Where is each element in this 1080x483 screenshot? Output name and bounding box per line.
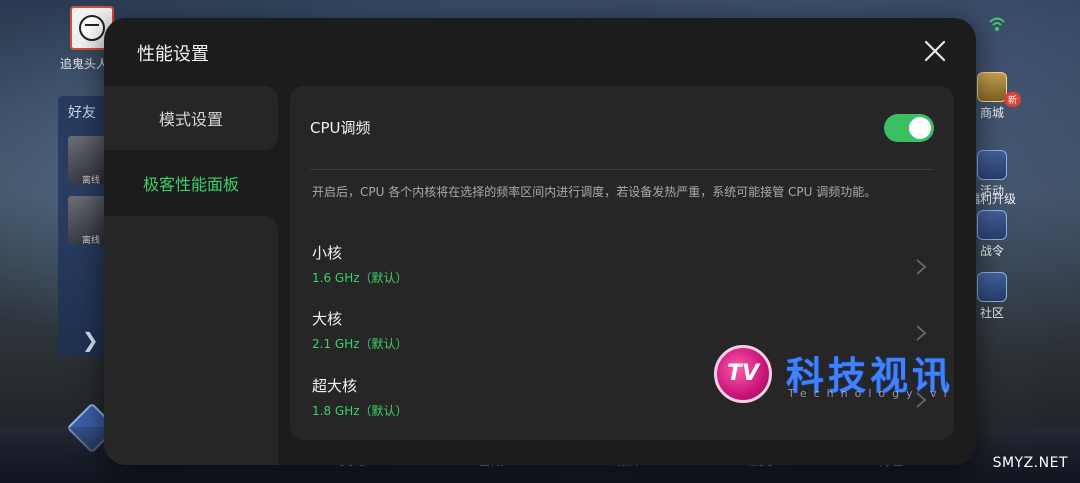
core-name: 小核	[312, 244, 343, 262]
shop-icon	[977, 72, 1007, 102]
activity-icon	[977, 150, 1007, 180]
friends-expand-icon[interactable]: ❯	[82, 328, 99, 352]
friend-status: 离线	[82, 176, 101, 186]
friend-status: 离线	[82, 236, 101, 246]
site-watermark: SMYZ.NET	[992, 455, 1068, 471]
chevron-right-icon	[916, 325, 927, 341]
nav-mode-settings[interactable]: 模式设置	[104, 86, 278, 150]
community-icon	[977, 272, 1007, 302]
toggle-knob	[909, 116, 931, 139]
pass-icon	[977, 210, 1007, 240]
logo-mark: TV	[726, 361, 760, 386]
player-name: 追鬼头人	[60, 57, 109, 71]
cpu-tuning-toggle[interactable]	[884, 113, 934, 142]
cpu-tuning-label: CPU调频	[310, 119, 371, 137]
core-row-little[interactable]: 小核 1.6 GHz（默认）	[312, 242, 932, 298]
friends-title: 好友	[68, 105, 96, 121]
avatar-face-icon	[79, 15, 105, 41]
chevron-right-icon	[916, 259, 927, 275]
nav-geek-performance-panel[interactable]: 极客性能面板	[104, 150, 278, 216]
core-name: 大核	[312, 310, 343, 328]
cpu-tuning-row: CPU调频	[310, 86, 934, 170]
settings-sidebar: 模式设置 极客性能面板	[104, 86, 278, 216]
core-frequency: 1.6 GHz（默认）	[312, 271, 408, 285]
dialog-title: 性能设置	[137, 44, 209, 65]
watermark-logo: TV 科技视讯 Technology vl	[714, 345, 1014, 405]
new-badge: 新	[1004, 92, 1022, 107]
logo-subtitle: Technology vl	[788, 387, 954, 400]
sidebar-empty-area	[104, 216, 278, 465]
wifi-icon	[989, 17, 1005, 31]
cpu-tuning-description: 开启后，CPU 各个内核将在选择的频率区间内进行调度，若设备发热严重，系统可能接…	[312, 185, 877, 199]
close-icon[interactable]	[922, 38, 948, 64]
